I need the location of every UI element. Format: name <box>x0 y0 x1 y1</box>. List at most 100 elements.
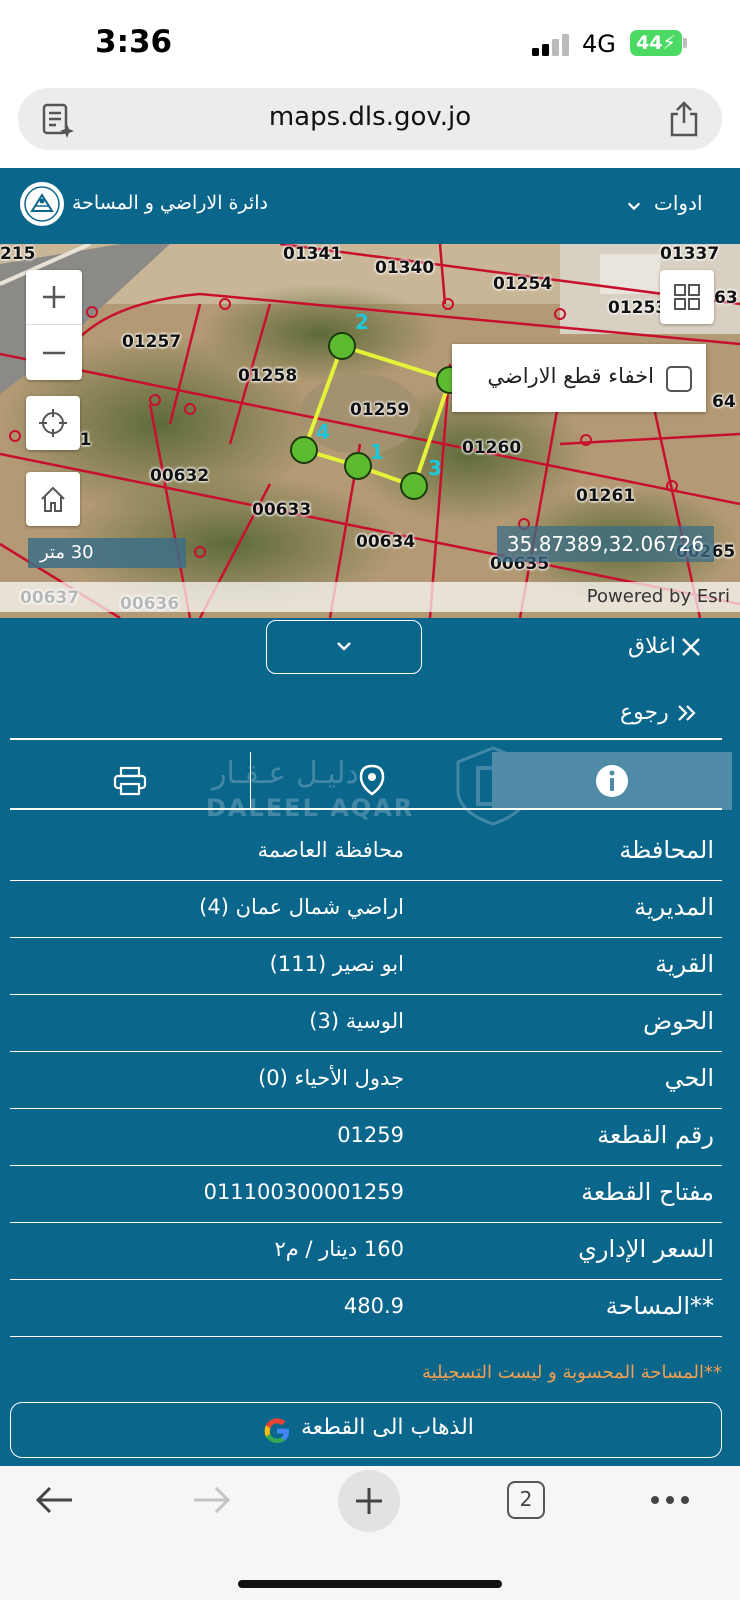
tab-location[interactable] <box>250 752 492 810</box>
attribute-key: رقم القطعة <box>597 1121 714 1149</box>
more-menu-button[interactable] <box>640 1470 700 1530</box>
attribute-key: المديرية <box>634 893 714 921</box>
attribute-value: ابو نصير (111) <box>269 952 404 976</box>
parcel-label: 01260 <box>462 438 522 458</box>
parcel-label: 63 <box>714 288 738 308</box>
new-tab-button[interactable] <box>338 1470 400 1532</box>
battery-icon: 44⚡ <box>630 30 682 56</box>
parcel-label: 01257 <box>122 332 182 352</box>
browser-toolbar: 2 <box>0 1466 740 1600</box>
minus-icon <box>43 351 65 354</box>
arrow-left-icon <box>35 1486 72 1514</box>
close-icon <box>681 637 700 656</box>
crosshair-icon <box>39 409 67 437</box>
parcel-label: 01261 <box>576 486 636 506</box>
attribute-key: السعر الإداري <box>578 1235 714 1263</box>
map-view[interactable]: 01341 01340 01254 01337 01253 63 01257 0… <box>0 244 740 618</box>
zoom-out-button[interactable] <box>26 325 82 380</box>
chevron-down-icon <box>337 642 351 651</box>
close-button[interactable]: اغلاق <box>628 634 702 659</box>
attribute-row-neighborhood: الحي جدول الأحياء (0) <box>10 1052 722 1109</box>
attribute-row-parcel-key: مفتاح القطعة 011100300001259 <box>10 1166 722 1223</box>
tools-label: ادوات <box>654 191 703 215</box>
map-pin-icon <box>359 764 385 796</box>
dls-logo-icon <box>20 182 64 226</box>
collapse-panel-button[interactable] <box>266 620 422 674</box>
attribute-row-village: القرية ابو نصير (111) <box>10 938 722 995</box>
panel-tabs <box>10 752 732 810</box>
tab-count: 2 <box>507 1481 545 1519</box>
attribution-text: Powered by Esri <box>586 586 730 607</box>
vertex-label: 1 <box>370 440 384 464</box>
share-icon[interactable] <box>666 100 702 138</box>
home-icon <box>41 486 65 512</box>
back-button[interactable]: رجوع <box>620 700 699 725</box>
department-title: دائرة الاراضي و المساحة <box>72 192 269 214</box>
attribute-key: الحي <box>664 1064 714 1092</box>
attribute-value: 01259 <box>337 1123 404 1147</box>
attribute-value: الوسية (3) <box>309 1009 404 1033</box>
vertex-label: 4 <box>316 420 330 444</box>
locate-button[interactable] <box>26 396 80 450</box>
url-text[interactable]: maps.dls.gov.jo <box>18 102 722 132</box>
attribute-key: الحوض <box>643 1007 714 1035</box>
tab-switcher-button[interactable]: 2 <box>496 1470 556 1530</box>
info-icon <box>596 765 628 797</box>
more-icon <box>651 1496 689 1504</box>
go-to-parcel-button[interactable]: الذهاب الى القطعة <box>10 1402 722 1458</box>
home-extent-button[interactable] <box>26 472 80 526</box>
attribute-row-area: **المساحة 480.9 <box>10 1280 722 1337</box>
attribute-value: 480.9 <box>343 1294 404 1318</box>
printer-icon <box>113 766 147 796</box>
plus-icon <box>356 1488 382 1514</box>
zoom-in-button[interactable] <box>26 270 82 325</box>
scale-label: 30 متر <box>40 542 94 563</box>
attribute-value: اراضي شمال عمان (4) <box>199 895 404 919</box>
status-time: 3:36 <box>95 24 173 60</box>
parcel-label: 01258 <box>238 366 298 386</box>
go-to-parcel-label: الذهاب الى القطعة <box>301 1415 474 1440</box>
parcel-label: 01340 <box>375 258 435 278</box>
network-type: 4G <box>582 30 616 58</box>
address-bar[interactable]: maps.dls.gov.jo <box>18 88 722 150</box>
back-nav-button[interactable] <box>24 1470 84 1530</box>
parcel-attributes: المحافظة محافظة العاصمة المديرية اراضي ش… <box>10 824 722 1337</box>
attribute-key: القرية <box>655 950 714 978</box>
parcel-label: 01253 <box>608 298 668 318</box>
home-indicator <box>238 1580 502 1588</box>
vertex-label: 3 <box>428 456 442 480</box>
plus-icon <box>43 286 65 308</box>
scale-bar: 30 متر <box>28 538 186 568</box>
signal-icon <box>532 34 569 56</box>
battery-tip <box>683 38 687 48</box>
chevron-down-icon <box>627 202 641 211</box>
attribute-value: 160 دينار / م٢ <box>274 1237 404 1261</box>
tab-print[interactable] <box>10 752 250 810</box>
tab-info[interactable] <box>492 752 732 810</box>
parcel-label: 01337 <box>660 244 720 264</box>
tools-menu[interactable]: ادوات <box>620 186 720 226</box>
attribute-key: المحافظة <box>619 836 714 864</box>
attribute-value: 011100300001259 <box>203 1180 404 1204</box>
double-chevron-right-icon <box>677 704 696 721</box>
attribute-row-parcel-number: رقم القطعة 01259 <box>10 1109 722 1166</box>
attribute-key: **المساحة <box>605 1292 714 1320</box>
status-bar: 3:36 4G 44⚡ <box>0 0 740 88</box>
parcel-label: 00633 <box>252 500 312 520</box>
area-note: **المساحة المحسوبة و ليست التسجيلية <box>421 1362 722 1383</box>
attribute-row-governorate: المحافظة محافظة العاصمة <box>10 824 722 881</box>
parcel-label: 01254 <box>493 274 553 294</box>
parcel-label: 215 <box>0 244 36 264</box>
attribute-row-basin: الحوض الوسية (3) <box>10 995 722 1052</box>
app-header: دائرة الاراضي و المساحة ادوات <box>0 168 740 244</box>
hide-parcels-label: اخفاء قطع الاراضي <box>487 364 654 388</box>
back-label: رجوع <box>620 700 669 725</box>
hide-parcels-checkbox[interactable] <box>666 366 692 392</box>
close-label: اغلاق <box>628 634 676 659</box>
forward-nav-button[interactable] <box>182 1470 242 1530</box>
attribute-row-directorate: المديرية اراضي شمال عمان (4) <box>10 881 722 938</box>
google-icon <box>264 1418 289 1443</box>
divider <box>10 808 722 810</box>
basemap-gallery-button[interactable] <box>660 270 714 324</box>
hide-parcels-toggle[interactable]: اخفاء قطع الاراضي <box>452 344 706 412</box>
